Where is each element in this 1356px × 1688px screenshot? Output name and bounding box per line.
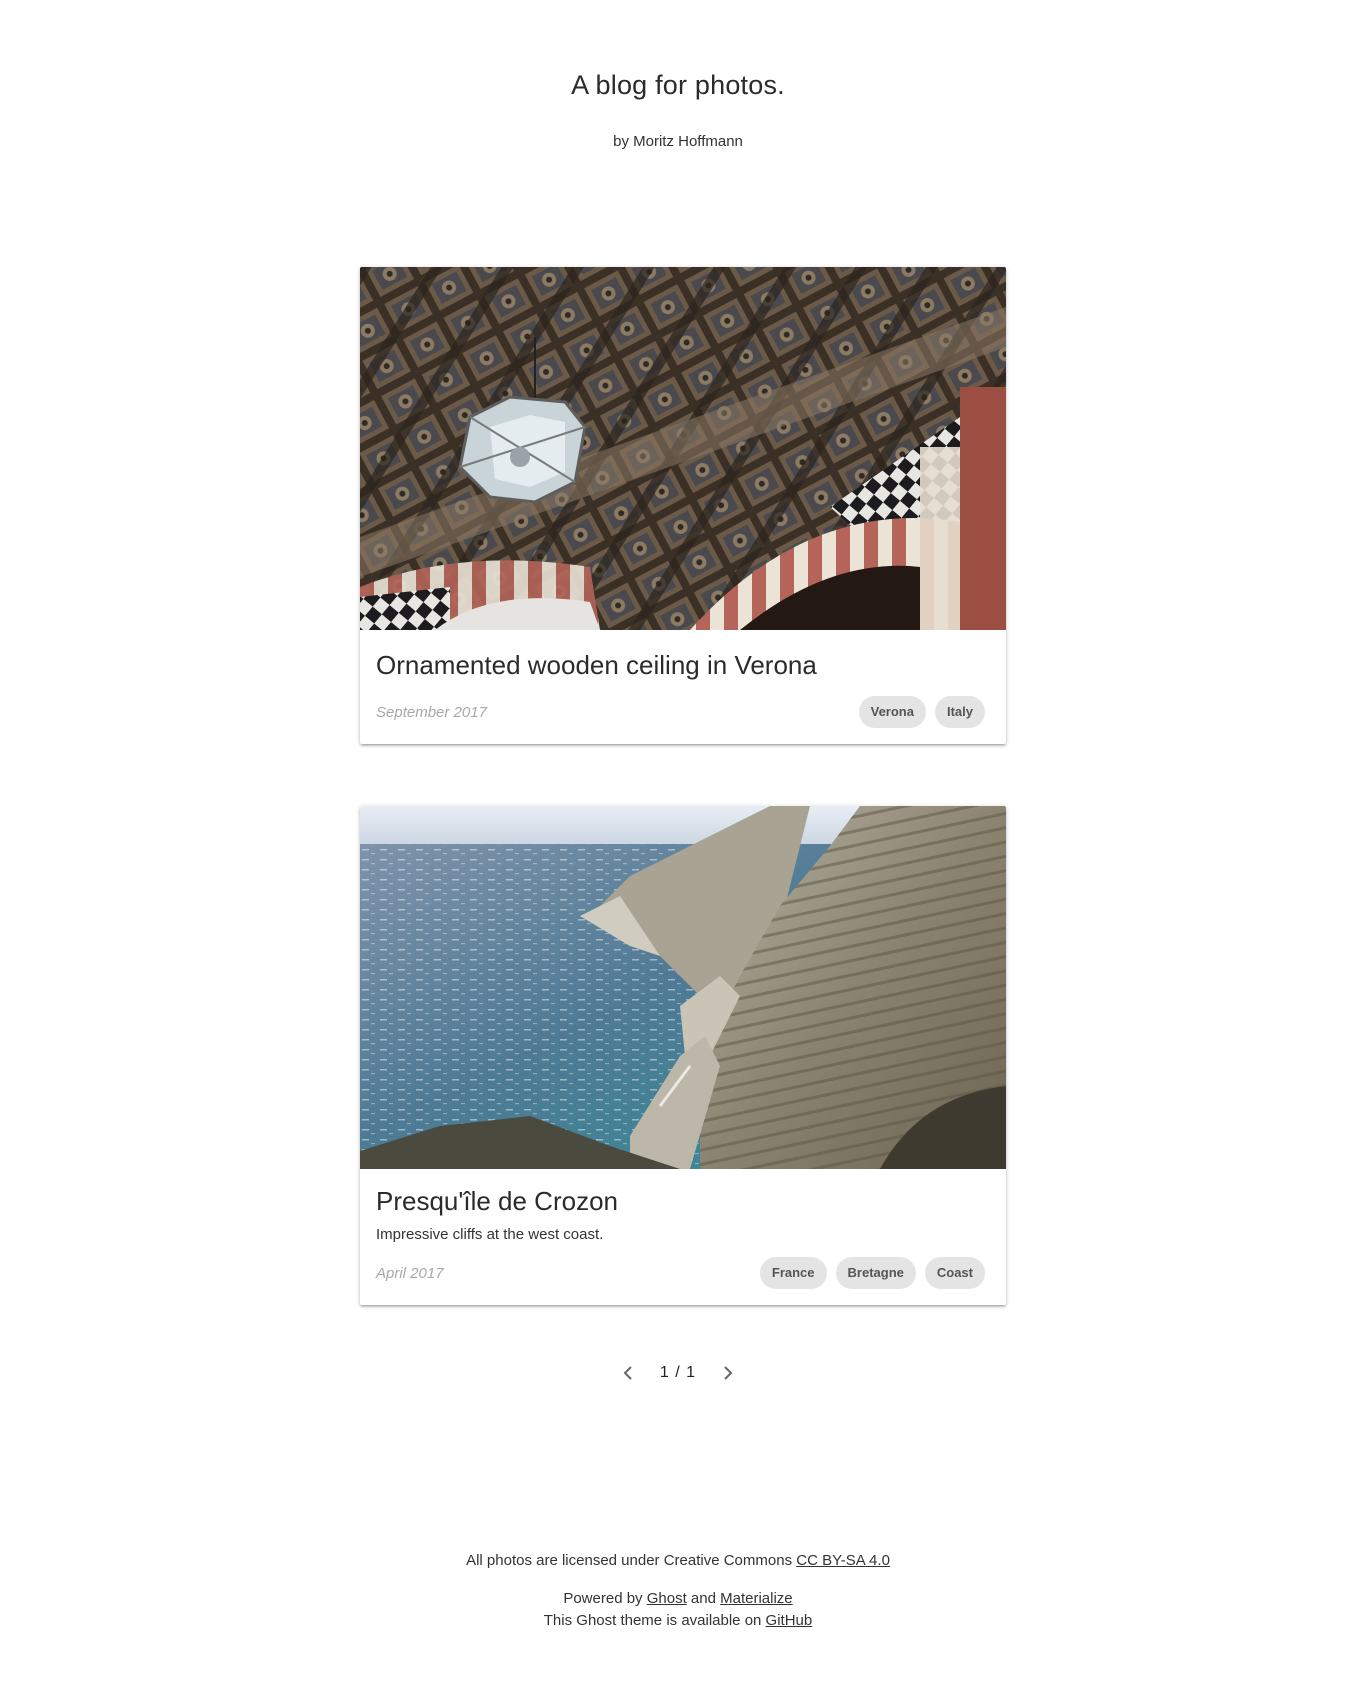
post-excerpt: Impressive cliffs at the west coast.: [376, 1226, 604, 1243]
ornamented-ceiling-photo[interactable]: [360, 267, 1006, 630]
post-title[interactable]: Ornamented wooden ceiling in Verona: [376, 650, 817, 681]
tag-list: Verona Italy: [858, 696, 985, 728]
theme-line: This Ghost theme is available on GitHub: [0, 1610, 1356, 1632]
pagination: 1 / 1: [0, 1363, 1356, 1383]
materialize-link[interactable]: Materialize: [720, 1590, 793, 1607]
ghost-link[interactable]: Ghost: [647, 1590, 687, 1607]
license-text: All photos are licensed under Creative C…: [466, 1552, 797, 1569]
github-link[interactable]: GitHub: [766, 1612, 813, 1629]
sea-cliffs-photo[interactable]: [360, 806, 1006, 1169]
tag-chip[interactable]: France: [759, 1257, 827, 1289]
chevron-left-icon[interactable]: [618, 1363, 638, 1383]
post-date: April 2017: [376, 1265, 444, 1282]
license-line: All photos are licensed under Creative C…: [0, 1550, 1356, 1572]
license-link[interactable]: CC BY-SA 4.0: [796, 1552, 890, 1569]
post-date: September 2017: [376, 704, 487, 721]
tag-list: France Bretagne Coast: [759, 1257, 985, 1289]
powered-text: Powered by: [563, 1590, 647, 1607]
page-counter: 1 / 1: [659, 1364, 697, 1381]
tag-chip[interactable]: Verona: [858, 696, 926, 728]
post-card[interactable]: Presqu'île de Crozon Impressive cliffs a…: [360, 806, 1006, 1305]
post-card[interactable]: Ornamented wooden ceiling in Verona Sept…: [360, 267, 1006, 744]
tag-chip[interactable]: Italy: [934, 696, 985, 728]
chevron-right-icon[interactable]: [718, 1363, 738, 1383]
site-title: A blog for photos.: [571, 70, 785, 100]
powered-line: Powered by Ghost and Materialize: [0, 1588, 1356, 1610]
tag-chip[interactable]: Coast: [924, 1257, 985, 1289]
site-author: by Moritz Hoffmann: [613, 133, 743, 150]
theme-text: This Ghost theme is available on: [543, 1612, 766, 1629]
and-text: and: [686, 1590, 721, 1607]
tag-chip[interactable]: Bretagne: [835, 1257, 916, 1289]
post-title[interactable]: Presqu'île de Crozon: [376, 1186, 618, 1217]
site-footer: All photos are licensed under Creative C…: [0, 1550, 1356, 1632]
